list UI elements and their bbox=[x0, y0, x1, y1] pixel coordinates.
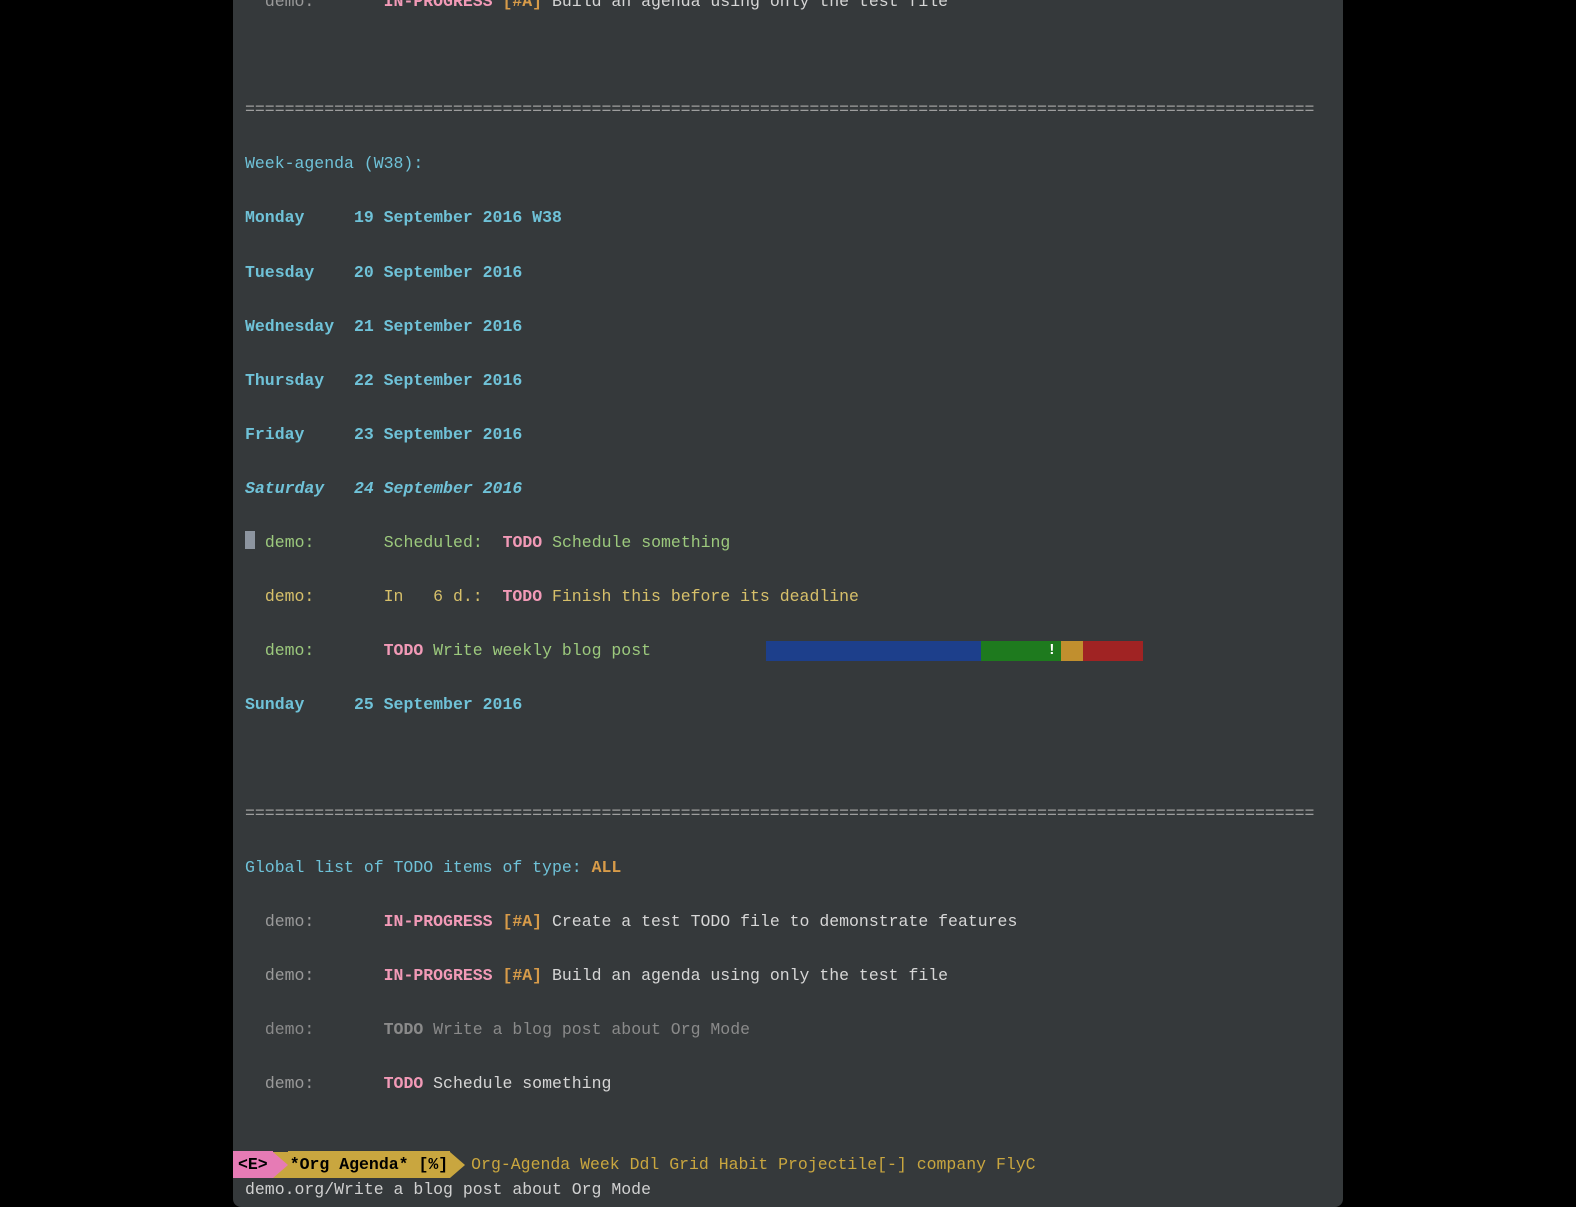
agenda-day[interactable]: Tuesday 20 September 2016 bbox=[245, 259, 1331, 286]
item-state: TODO bbox=[502, 587, 542, 606]
item-text: Write weekly blog post bbox=[433, 641, 651, 660]
day-date: 23 September 2016 bbox=[354, 425, 522, 444]
day-date: 22 September 2016 bbox=[354, 371, 522, 390]
habit-cell-done bbox=[981, 641, 1043, 661]
day-date: 21 September 2016 bbox=[354, 317, 522, 336]
mode-line[interactable]: <E> *Org Agenda* [%] Org-Agenda Week Ddl… bbox=[233, 1151, 1343, 1178]
item-category: demo: bbox=[265, 641, 315, 660]
item-text: Finish this before its deadline bbox=[552, 587, 859, 606]
day-date: 20 September 2016 bbox=[354, 263, 522, 282]
item-state: TODO bbox=[384, 641, 424, 660]
agenda-item[interactable]: demo: IN-PROGRESS [#A] Build an agenda u… bbox=[245, 962, 1331, 989]
section-divider: ========================================… bbox=[245, 96, 1331, 123]
item-text: Build an agenda using only the test file bbox=[552, 966, 948, 985]
habit-cell-past bbox=[766, 641, 981, 661]
day-date: 25 September 2016 bbox=[354, 695, 522, 714]
agenda-item[interactable]: demo: In 6 d.: TODO Finish this before i… bbox=[245, 583, 1331, 610]
agenda-item[interactable]: demo: IN-PROGRESS [#A] Create a test TOD… bbox=[245, 908, 1331, 935]
item-prefix: Scheduled: bbox=[384, 533, 483, 552]
item-priority: [#A] bbox=[502, 912, 542, 931]
item-state: TODO bbox=[503, 533, 543, 552]
item-priority: [#A] bbox=[502, 0, 542, 11]
item-prefix: In 6 d.: bbox=[384, 587, 483, 606]
buffer-name: *Org Agenda* [%] bbox=[288, 1151, 450, 1178]
agenda-item[interactable]: demo: Scheduled: TODO Schedule something bbox=[245, 529, 1331, 556]
item-text: Write a blog post about Org Mode bbox=[433, 1020, 750, 1039]
habit-cell-today-icon: ! bbox=[1043, 641, 1061, 661]
habit-cell-overdue bbox=[1083, 641, 1143, 661]
item-category: demo: bbox=[265, 1074, 315, 1093]
day-name: Tuesday bbox=[245, 263, 314, 282]
section-divider: ========================================… bbox=[245, 800, 1331, 827]
day-suffix: W38 bbox=[532, 208, 562, 227]
item-category: demo: bbox=[265, 587, 315, 606]
item-state: IN-PROGRESS bbox=[384, 0, 493, 11]
day-name: Friday bbox=[245, 425, 304, 444]
agenda-day-today[interactable]: Saturday 24 September 2016 bbox=[245, 475, 1331, 502]
section-header-week-agenda: Week-agenda (W38): bbox=[245, 154, 423, 173]
cursor bbox=[245, 531, 255, 549]
item-category: demo: bbox=[265, 1020, 315, 1039]
item-priority: [#A] bbox=[502, 966, 542, 985]
habit-graph: ! bbox=[766, 641, 1143, 661]
item-text: Schedule something bbox=[552, 533, 730, 552]
item-category: demo: bbox=[265, 0, 315, 11]
day-date: 19 September 2016 bbox=[354, 208, 522, 227]
powerline-separator-icon bbox=[450, 1152, 465, 1178]
item-category: demo: bbox=[265, 912, 315, 931]
item-text: Build an agenda using only the test file bbox=[552, 0, 948, 11]
item-state: IN-PROGRESS bbox=[384, 912, 493, 931]
agenda-day[interactable]: Thursday 22 September 2016 bbox=[245, 367, 1331, 394]
agenda-buffer[interactable]: High-priority unfinished tasks: demo: IN… bbox=[233, 0, 1343, 1151]
minibuffer-text: demo.org/Write a blog post about Org Mod… bbox=[245, 1180, 651, 1199]
agenda-item-habit[interactable]: demo: TODO Write weekly blog post ! bbox=[245, 637, 1331, 664]
mode-indicators: Org-Agenda Week Ddl Grid Habit Projectil… bbox=[465, 1151, 1343, 1178]
item-state: TODO bbox=[384, 1020, 424, 1039]
agenda-item[interactable]: demo: TODO Write a blog post about Org M… bbox=[245, 1016, 1331, 1043]
item-category: demo: bbox=[265, 533, 315, 552]
day-name: Saturday bbox=[245, 479, 324, 498]
agenda-item[interactable]: demo: TODO Schedule something bbox=[245, 1070, 1331, 1097]
day-name: Wednesday bbox=[245, 317, 334, 336]
agenda-day[interactable]: Friday 23 September 2016 bbox=[245, 421, 1331, 448]
item-state: TODO bbox=[384, 1074, 424, 1093]
agenda-day[interactable]: Monday 19 September 2016 W38 bbox=[245, 204, 1331, 231]
section-header-global-todo: Global list of TODO items of type: ALL bbox=[245, 854, 1331, 881]
day-name: Thursday bbox=[245, 371, 324, 390]
item-text: Schedule something bbox=[433, 1074, 611, 1093]
day-date: 24 September 2016 bbox=[354, 479, 522, 498]
agenda-item[interactable]: demo: IN-PROGRESS [#A] Build an agenda u… bbox=[245, 0, 1331, 15]
item-category: demo: bbox=[265, 966, 315, 985]
item-state: IN-PROGRESS bbox=[384, 966, 493, 985]
day-name: Sunday bbox=[245, 695, 304, 714]
evil-state-indicator: <E> bbox=[233, 1151, 273, 1178]
agenda-day[interactable]: Sunday 25 September 2016 bbox=[245, 691, 1331, 718]
agenda-day[interactable]: Wednesday 21 September 2016 bbox=[245, 313, 1331, 340]
minibuffer[interactable]: demo.org/Write a blog post about Org Mod… bbox=[233, 1178, 1343, 1207]
powerline-separator-icon bbox=[273, 1152, 288, 1178]
item-text: Create a test TODO file to demonstrate f… bbox=[552, 912, 1017, 931]
day-name: Monday bbox=[245, 208, 304, 227]
habit-cell-warning bbox=[1061, 641, 1083, 661]
